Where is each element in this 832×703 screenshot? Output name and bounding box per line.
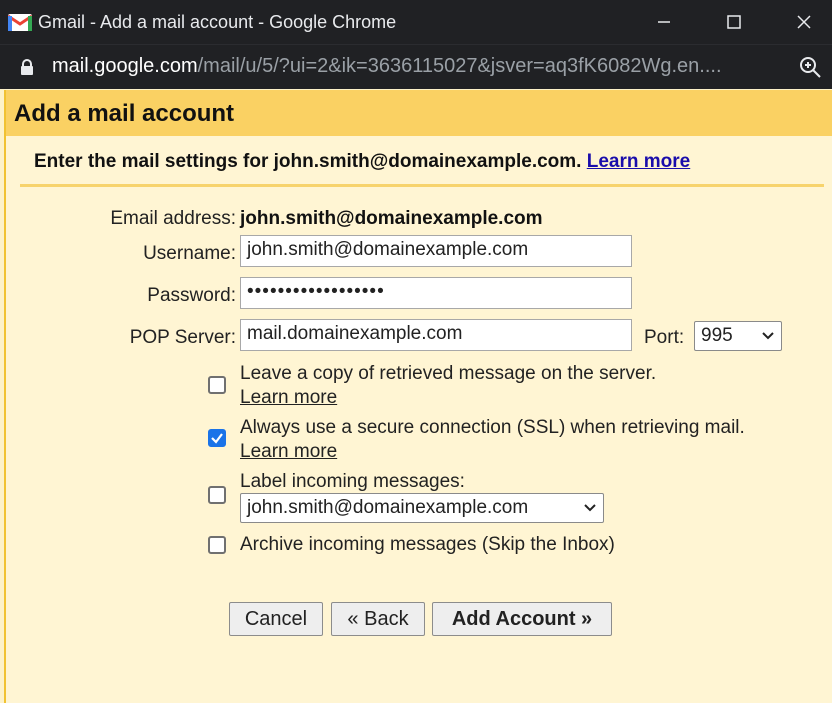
url-path: /mail/u/5/?ui=2&ik=3636115027&jsver=aq3f…: [197, 55, 722, 77]
label-incoming-checkbox[interactable]: [208, 486, 226, 504]
port-select[interactable]: 995: [694, 321, 782, 351]
chevron-down-icon: [584, 504, 596, 512]
minimize-icon: [658, 21, 670, 23]
ssl-label: Always use a secure connection (SSL) whe…: [240, 417, 745, 438]
label-incoming-select[interactable]: john.smith@domainexample.com: [240, 493, 604, 523]
checkmark-icon: [211, 433, 223, 444]
close-window-button[interactable]: [784, 8, 824, 36]
password-label: Password:: [147, 285, 236, 306]
gmail-logo-icon: [8, 14, 32, 31]
password-field[interactable]: ••••••••••••••••••: [240, 277, 632, 309]
zoom-icon[interactable]: [798, 55, 822, 79]
dialog-header: Add a mail account: [6, 90, 832, 136]
browser-title-bar: Gmail - Add a mail account - Google Chro…: [0, 0, 832, 44]
port-label: Port:: [644, 327, 685, 348]
address-bar[interactable]: mail.google.com/mail/u/5/?ui=2&ik=363611…: [0, 44, 832, 89]
minimize-button[interactable]: [644, 8, 684, 36]
port-value: 995: [701, 325, 733, 346]
username-field[interactable]: john.smith@domainexample.com: [240, 235, 632, 267]
ssl-learn-more-link[interactable]: Learn more: [240, 441, 337, 463]
email-address-value: john.smith@domainexample.com: [240, 208, 543, 229]
add-mail-account-dialog: Add a mail account Enter the mail settin…: [4, 90, 832, 703]
leave-copy-learn-more-link[interactable]: Learn more: [240, 387, 337, 409]
divider: [20, 184, 824, 187]
maximize-button[interactable]: [714, 8, 754, 36]
leave-copy-checkbox[interactable]: [208, 376, 226, 394]
username-label: Username:: [143, 243, 236, 264]
archive-incoming-checkbox[interactable]: [208, 536, 226, 554]
label-incoming-value: john.smith@domainexample.com: [247, 497, 529, 518]
intro-label: Enter the mail settings for john.smith@d…: [34, 151, 582, 172]
intro-learn-more-link[interactable]: Learn more: [587, 151, 690, 172]
maximize-icon: [727, 15, 741, 29]
ssl-checkbox[interactable]: [208, 429, 226, 447]
url-host: mail.google.com: [52, 55, 198, 77]
pop-server-label: POP Server:: [129, 327, 236, 348]
email-address-label: Email address:: [110, 208, 236, 229]
url-text[interactable]: mail.google.com/mail/u/5/?ui=2&ik=363611…: [52, 55, 722, 78]
close-icon: [797, 15, 811, 29]
cancel-button[interactable]: Cancel: [229, 602, 323, 636]
intro-text: Enter the mail settings for john.smith@d…: [34, 151, 690, 173]
archive-incoming-label: Archive incoming messages (Skip the Inbo…: [240, 534, 615, 555]
back-button[interactable]: « Back: [331, 602, 425, 636]
label-incoming-label: Label incoming messages:: [240, 471, 465, 492]
window-title: Gmail - Add a mail account - Google Chro…: [38, 12, 397, 32]
pop-server-field[interactable]: mail.domainexample.com: [240, 319, 632, 351]
dialog-title: Add a mail account: [14, 100, 235, 127]
leave-copy-label: Leave a copy of retrieved message on the…: [240, 363, 657, 384]
chevron-down-icon: [762, 332, 774, 340]
add-account-button[interactable]: Add Account »: [432, 602, 612, 636]
lock-icon: [21, 59, 33, 75]
